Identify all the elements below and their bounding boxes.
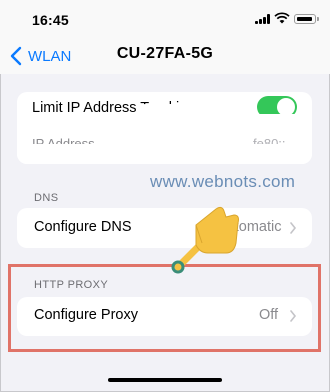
ip-tracking-group: Limit IP Address Tracking IP Address fe8… bbox=[17, 92, 312, 164]
wifi-icon bbox=[274, 12, 290, 24]
page-title: CU-27FA-5G bbox=[116, 45, 214, 62]
status-time: 16:45 bbox=[32, 12, 69, 28]
dns-section-header: DNS bbox=[34, 192, 59, 204]
chevron-right-icon bbox=[290, 222, 297, 234]
watermark: www.webnots.com bbox=[150, 172, 296, 191]
proxy-highlight-box bbox=[8, 264, 321, 352]
home-indicator bbox=[108, 378, 222, 382]
navigation-bar: WLAN CU-27FA-5G bbox=[0, 38, 330, 74]
battery-tip bbox=[317, 17, 319, 21]
configure-dns-label: Configure DNS bbox=[34, 219, 132, 235]
cellular-signal-icon bbox=[255, 14, 271, 24]
pointing-hand-icon bbox=[171, 206, 239, 274]
status-bar: 16:45 bbox=[0, 0, 330, 38]
blur-overlay bbox=[137, 104, 257, 122]
battery-icon bbox=[294, 14, 316, 24]
configure-dns-row[interactable]: Configure DNS Automatic bbox=[17, 208, 312, 248]
blur-overlay bbox=[17, 144, 312, 164]
